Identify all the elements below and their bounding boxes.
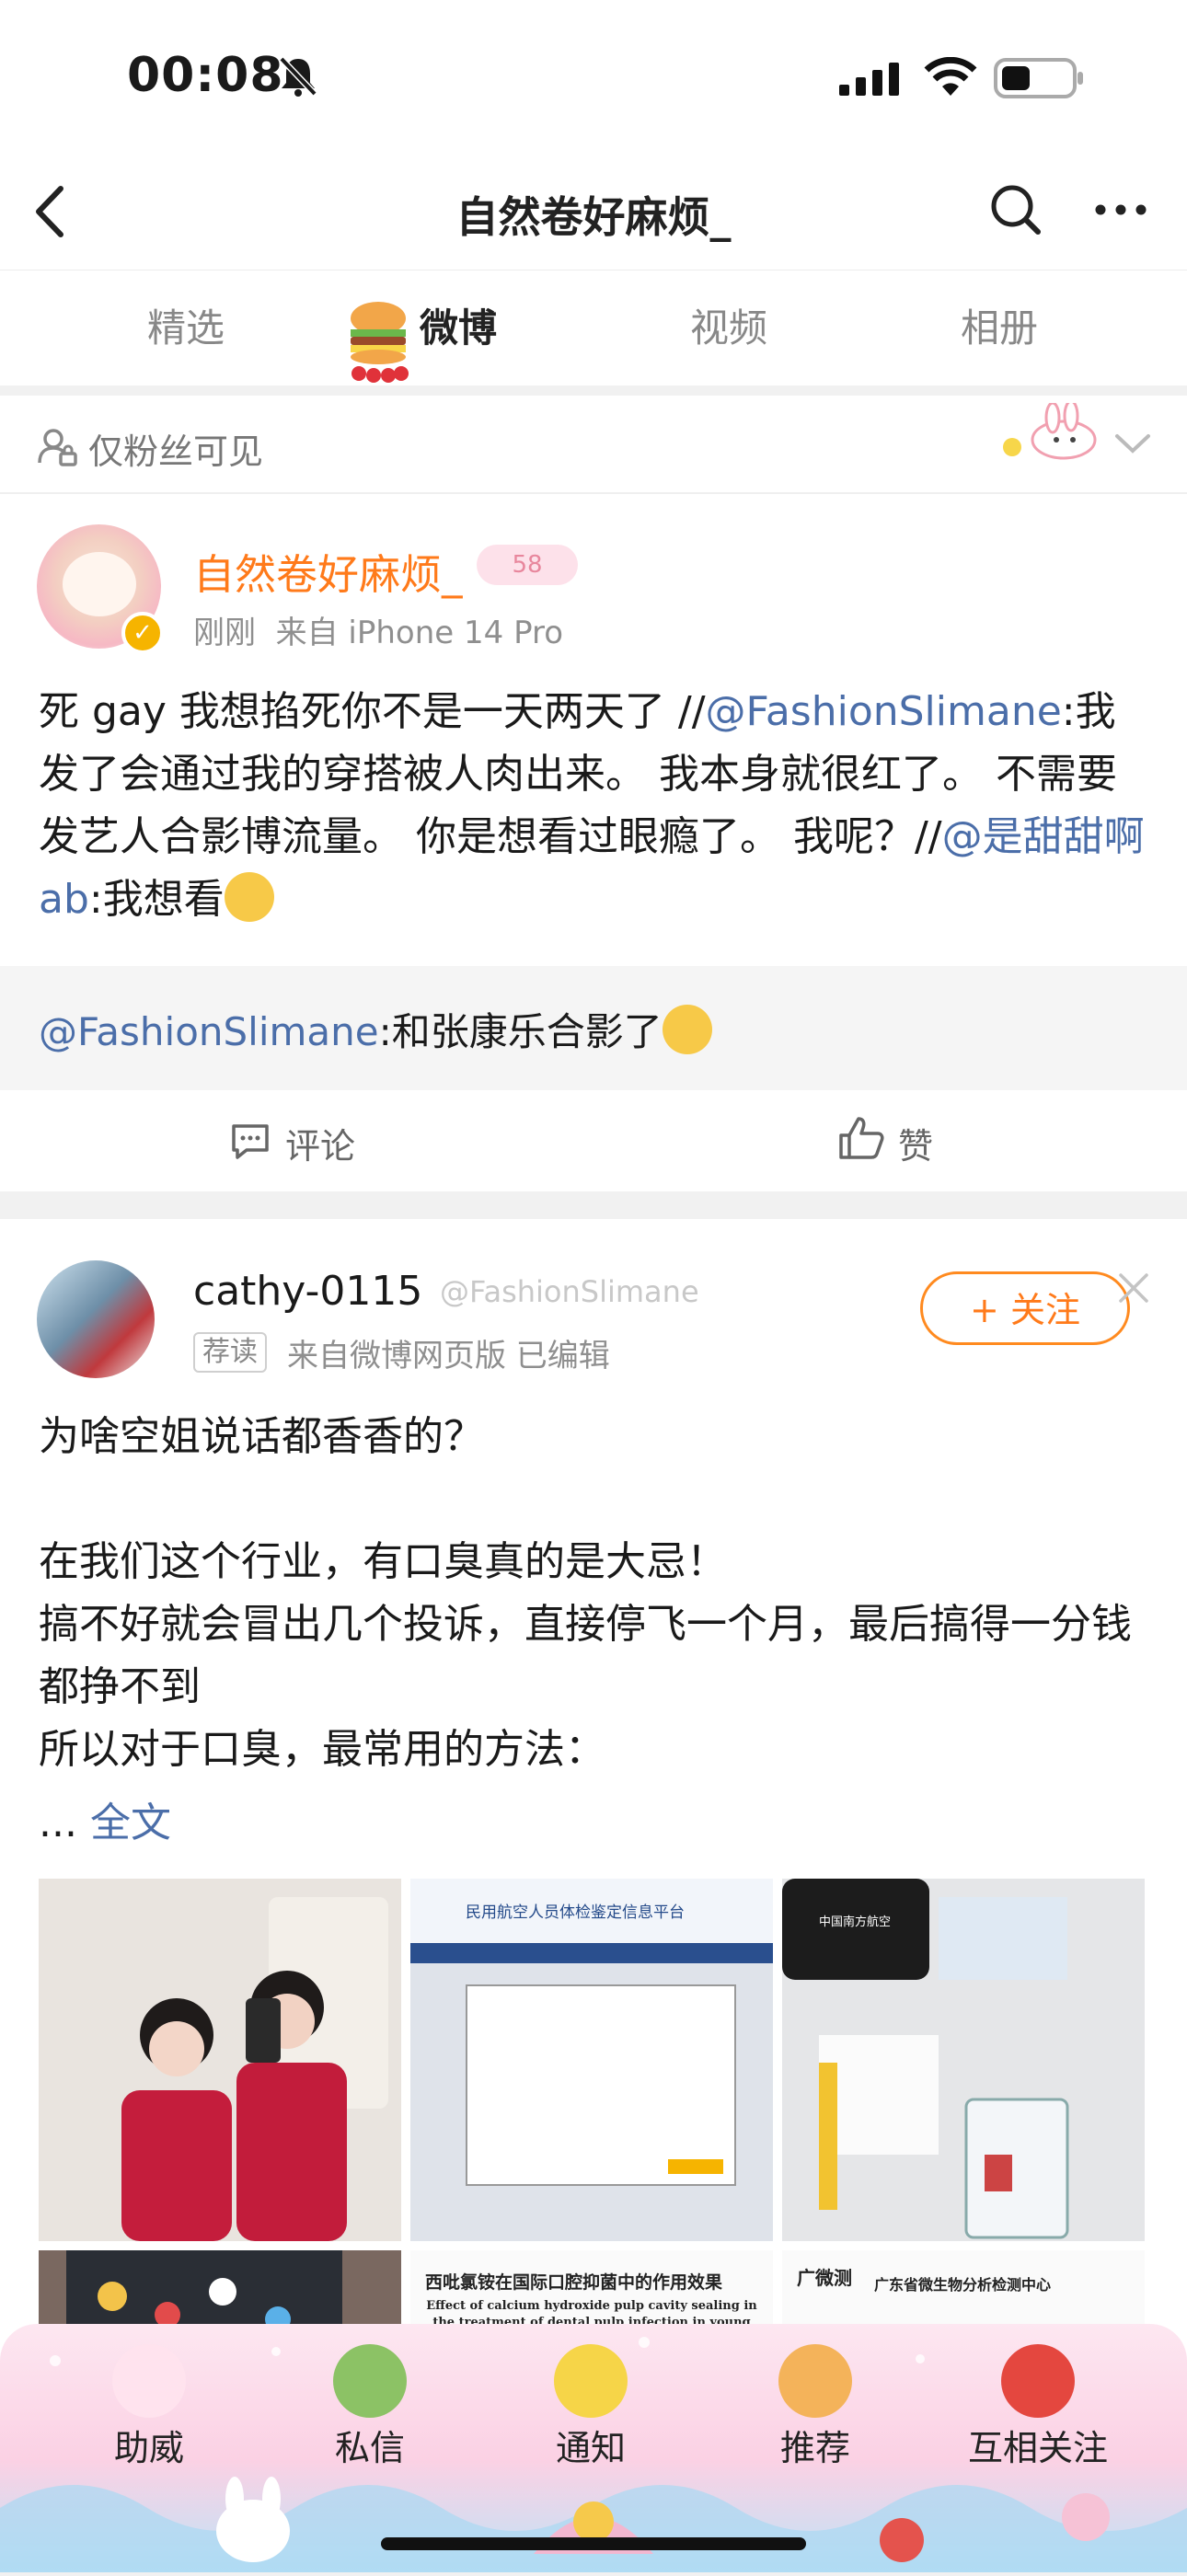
bottom-tab-cheer[interactable]: 助威 — [75, 2420, 223, 2470]
photo-button — [668, 2159, 723, 2174]
mention-link[interactable]: @FashionSlimane — [39, 1009, 379, 1054]
post-text: 死 gay 我想掐死你不是一天两天了 // — [39, 688, 706, 735]
avatar[interactable] — [37, 1260, 155, 1378]
repost-content: @FashionSlimane:和张康乐合影了 — [39, 1001, 712, 1057]
post-photo[interactable]: 民用航空人员体检鉴定信息平台 — [410, 1879, 773, 2241]
wifi-icon — [924, 57, 977, 96]
photo-navbar — [410, 1943, 773, 1963]
more-icon[interactable] — [1091, 180, 1150, 239]
search-icon[interactable] — [986, 180, 1045, 239]
tab-video[interactable]: 视频 — [646, 297, 812, 353]
watermark-source: @FashionSlimane — [440, 1274, 699, 1309]
photo-brand: 中国南方航空 — [819, 1915, 892, 1929]
comment-button[interactable]: 评论 — [285, 1118, 355, 1168]
bell-slash-icon — [279, 56, 317, 97]
author-name[interactable]: cathy-0115 — [193, 1268, 422, 1315]
ellipsis: ... — [39, 1800, 90, 1846]
bottom-tab-notifications[interactable]: 通知 — [517, 2420, 664, 2470]
post-photo[interactable]: 中国南方航空 — [782, 1879, 1145, 2241]
bunny-sticker-icon — [1003, 403, 1097, 460]
broccoli-icon[interactable] — [333, 2344, 407, 2418]
thumbs-up-icon[interactable] — [837, 1115, 885, 1161]
post-body: 为啥空姐说话都香香的？ 在我们这个行业，有口臭真的是大忌！ 搞不好就会冒出几个投… — [39, 1413, 1132, 1773]
airline-items-illustration — [782, 1879, 1145, 2241]
tab-album[interactable]: 相册 — [916, 297, 1082, 353]
photo-dialog — [466, 1984, 736, 2186]
divider — [0, 492, 1187, 494]
post-meta: 刚刚 来自 iPhone 14 Pro — [193, 607, 563, 652]
post-photo[interactable] — [39, 1879, 401, 2241]
photo-brand: 广微测 — [797, 2267, 852, 2289]
tab-featured[interactable]: 精选 — [103, 297, 269, 353]
bottom-tab-mutual-follow[interactable]: 互相关注 — [964, 2420, 1112, 2470]
mention-link[interactable]: @FashionSlimane — [706, 688, 1062, 735]
home-indicator[interactable] — [381, 2537, 806, 2550]
fans-only-icon — [38, 429, 77, 466]
photo-title: 广东省微生物分析检测中心 — [874, 2276, 1052, 2294]
tab-weibo[interactable]: 微博 — [375, 297, 541, 353]
bottom-tab-messages[interactable]: 私信 — [296, 2420, 444, 2470]
post-time: 刚刚 — [193, 615, 256, 651]
like-button[interactable]: 赞 — [898, 1118, 933, 1168]
follow-button[interactable]: + 关注 — [920, 1271, 1130, 1345]
kiss-emoji-icon — [662, 1005, 712, 1054]
comment-icon[interactable] — [230, 1122, 271, 1161]
avatar-image — [63, 552, 136, 616]
verified-icon: ✓ — [121, 612, 164, 654]
tomato-icon[interactable] — [1001, 2344, 1075, 2418]
pretzel-icon[interactable] — [778, 2344, 852, 2418]
chevron-down-icon[interactable] — [1112, 427, 1154, 460]
status-time: 00:08 — [127, 48, 284, 103]
crying-emoji-icon — [224, 872, 274, 922]
post-source: 来自 iPhone 14 Pro — [275, 615, 564, 651]
selfie-photo-illustration — [39, 1879, 401, 2241]
battery-icon — [994, 58, 1083, 98]
photo-title: 民用航空人员体检鉴定信息平台 — [466, 1903, 685, 1922]
post-text: :我想看 — [88, 876, 225, 923]
cellular-signal-icon — [839, 63, 899, 96]
post-body: 死 gay 我想掐死你不是一天两天了 //@FashionSlimane:我发了… — [39, 681, 1152, 931]
full-text-label[interactable]: 全文 — [90, 1800, 171, 1846]
full-text-link[interactable]: ... 全文 — [39, 1789, 171, 1848]
visibility-label: 仅粉丝可见 — [88, 431, 264, 472]
photo-title: 西吡氯铵在国际口腔抑菌中的作用效果 — [425, 2272, 723, 2293]
post-meta: 来自微博网页版 已编辑 — [287, 1338, 610, 1374]
close-icon[interactable] — [1115, 1270, 1152, 1306]
author-name[interactable]: 自然卷好麻烦_ — [193, 541, 463, 601]
repost-text: :和张康乐合影了 — [378, 1009, 663, 1054]
level-badge: 58 — [477, 545, 578, 585]
bunny-icon[interactable] — [112, 2344, 186, 2418]
bottom-tab-recommend[interactable]: 推荐 — [742, 2420, 889, 2470]
chick-icon[interactable] — [554, 2344, 628, 2418]
recommend-badge: 荐读 — [193, 1332, 267, 1373]
